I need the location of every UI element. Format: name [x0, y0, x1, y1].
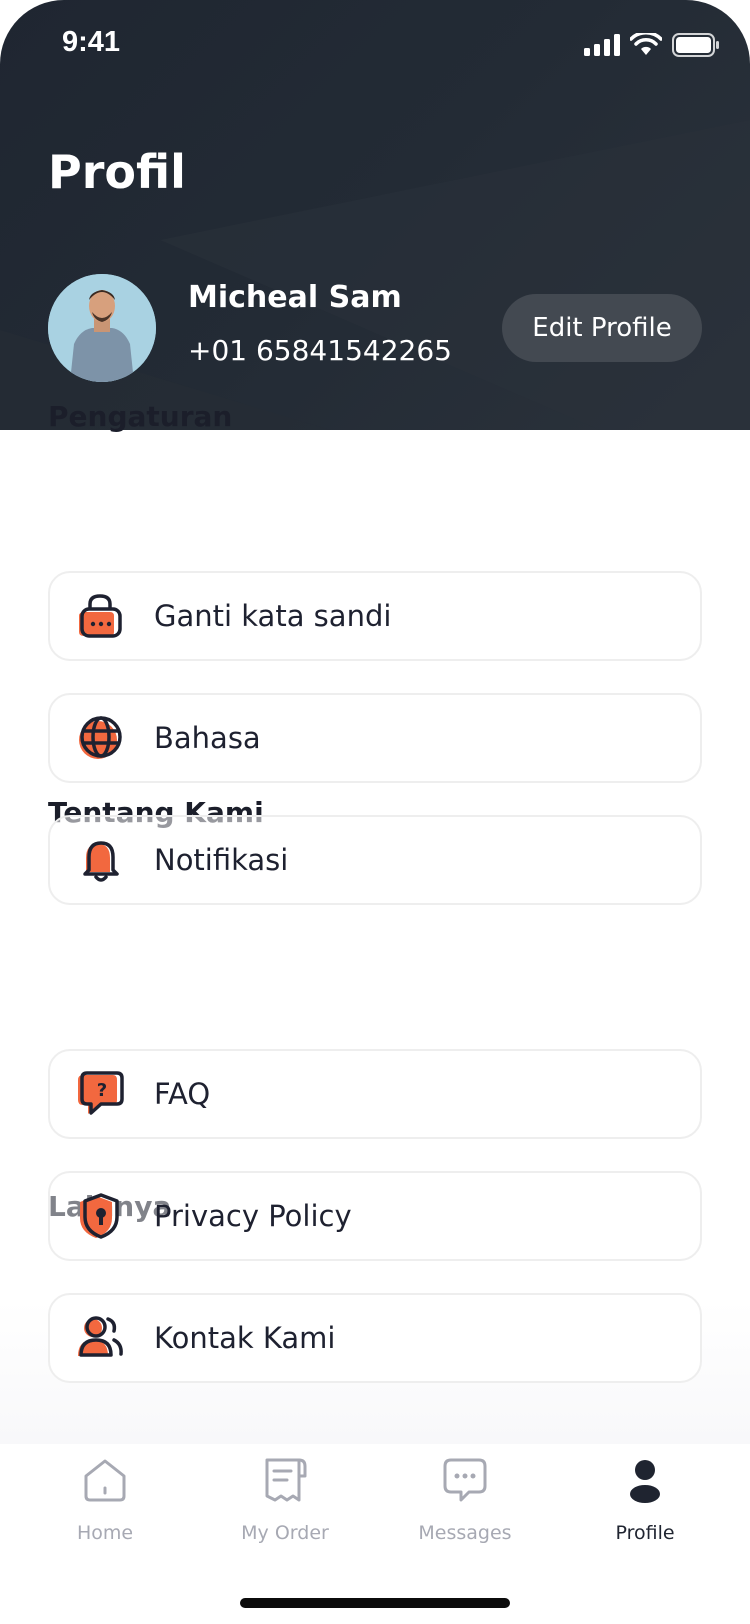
- signal-icon: [584, 34, 620, 56]
- status-time: 9:41: [62, 26, 121, 58]
- user-name: Micheal Sam: [188, 280, 402, 315]
- menu-item-faq[interactable]: ? FAQ: [48, 1049, 702, 1139]
- menu-item-notifications[interactable]: Notifikasi: [48, 815, 702, 905]
- menu-item-language[interactable]: Bahasa: [48, 693, 702, 783]
- bottom-nav: Home My Order Messages Profile: [0, 1444, 750, 1624]
- avatar: [48, 274, 156, 382]
- faq-icon: ?: [78, 1071, 124, 1115]
- user-phone: +01 65841542265: [188, 334, 452, 367]
- menu-item-label: Notifikasi: [154, 843, 289, 877]
- user-photo: [48, 274, 156, 382]
- receipt-icon: [265, 1458, 307, 1502]
- menu-item-label: Bahasa: [154, 721, 261, 755]
- lock-icon: [79, 594, 122, 638]
- menu-item-privacy-policy[interactable]: Privacy Policy: [48, 1171, 702, 1261]
- nav-label-home: Home: [76, 1522, 134, 1544]
- globe-icon: [79, 716, 122, 759]
- menu-item-label: Privacy Policy: [154, 1199, 352, 1233]
- nav-item-messages[interactable]: Messages: [390, 1456, 540, 1544]
- section-label-settings: Pengaturan: [48, 400, 233, 433]
- nav-label-messages: Messages: [418, 1522, 512, 1544]
- profile-icon: [630, 1460, 660, 1503]
- chat-icon: [443, 1458, 487, 1502]
- battery-icon: [672, 33, 719, 57]
- nav-item-home[interactable]: Home: [30, 1456, 180, 1544]
- nav-item-my-order[interactable]: My Order: [210, 1456, 360, 1544]
- menu-item-change-password[interactable]: Ganti kata sandi: [48, 571, 702, 661]
- bell-icon: [83, 841, 119, 882]
- page-title: Profil: [48, 145, 186, 199]
- profile-screen: 9:41 Profil Micheal Sam +01 65841542265 …: [0, 0, 750, 1624]
- contacts-icon: [78, 1316, 123, 1357]
- nav-item-profile[interactable]: Profile: [570, 1456, 720, 1544]
- home-icon: [84, 1459, 126, 1502]
- home-indicator: [240, 1598, 510, 1608]
- menu-item-label: FAQ: [154, 1077, 211, 1111]
- profile-header: 9:41 Profil Micheal Sam +01 65841542265 …: [0, 0, 750, 430]
- nav-label-my-order: My Order: [241, 1522, 329, 1544]
- menu-item-label: Kontak Kami: [154, 1321, 336, 1355]
- menu-item-contact-us[interactable]: Kontak Kami: [48, 1293, 702, 1383]
- status-icons: [584, 33, 720, 57]
- wifi-icon: [630, 33, 662, 55]
- edit-profile-button[interactable]: Edit Profile: [502, 294, 702, 362]
- svg-text:?: ?: [97, 1080, 107, 1101]
- nav-label-profile: Profile: [615, 1522, 675, 1544]
- menu-item-label: Ganti kata sandi: [154, 599, 392, 633]
- shield-icon: [80, 1193, 119, 1239]
